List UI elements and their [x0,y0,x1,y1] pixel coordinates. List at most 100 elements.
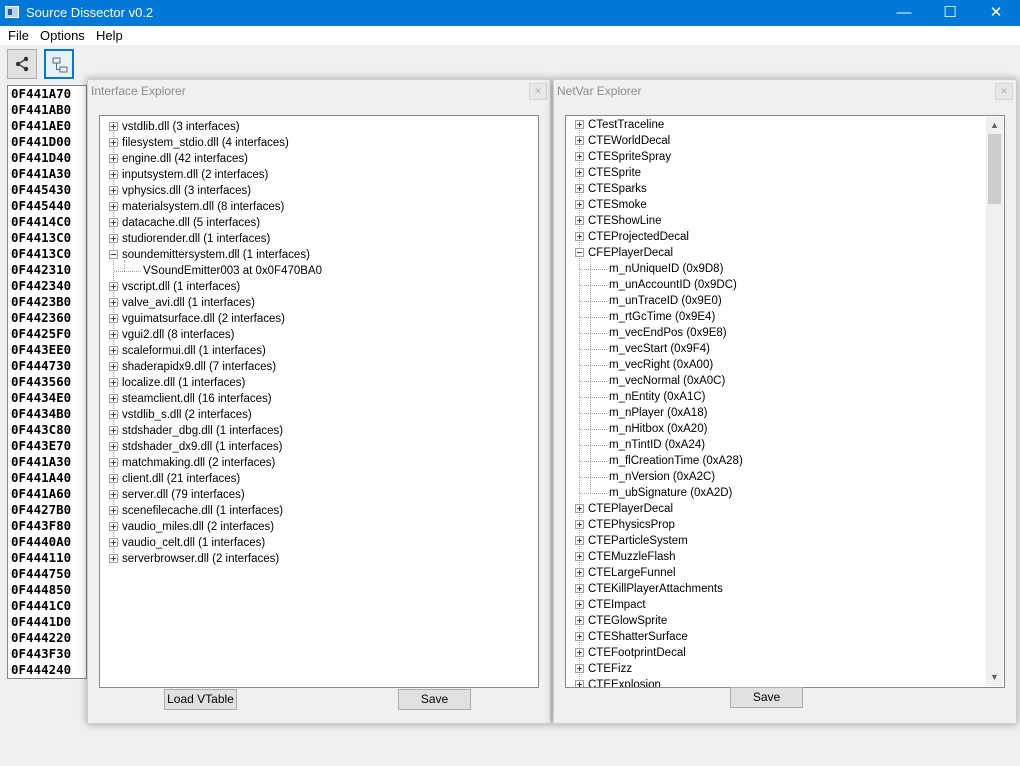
tree-node[interactable]: studiorender.dll (1 interfaces) [109,231,270,247]
tree-node[interactable]: filesystem_stdio.dll (4 interfaces) [109,135,289,151]
tree-node[interactable]: CTESparks [575,181,647,197]
address-item[interactable]: 0F443E70 [8,438,86,454]
expand-icon[interactable] [109,554,118,564]
tree-child-node[interactable]: m_nUniqueID (0x9D8) [609,261,723,277]
tree-node[interactable]: vgui2.dll (8 interfaces) [109,327,235,343]
tree-child-node[interactable]: m_nVersion (0xA2C) [609,469,715,485]
address-item[interactable]: 0F444850 [8,582,86,598]
address-item[interactable]: 0F443F80 [8,518,86,534]
expand-icon[interactable] [109,186,118,196]
expand-icon[interactable] [109,490,118,500]
tree-node[interactable]: CTEMuzzleFlash [575,549,676,565]
scroll-up-icon[interactable]: ▲ [986,117,1003,134]
expand-icon[interactable] [109,170,118,180]
address-item[interactable]: 0F443EE0 [8,342,86,358]
address-item[interactable]: 0F443F30 [8,646,86,662]
minimize-button[interactable]: — [881,0,927,26]
address-item[interactable]: 0F444110 [8,550,86,566]
tree-child-node[interactable]: m_nHitbox (0xA20) [609,421,707,437]
share-button[interactable] [7,49,37,79]
expand-icon[interactable] [575,664,584,674]
address-item[interactable]: 0F445430 [8,182,86,198]
tree-child-node[interactable]: m_nTintID (0xA24) [609,437,705,453]
scroll-down-icon[interactable]: ▼ [986,669,1003,686]
netvar-tree[interactable]: ▲ ▼ CTestTraceline CTEWorldDecal CTESprite… [565,115,1005,688]
address-item[interactable]: 0F4425F0 [8,326,86,342]
expand-icon[interactable] [109,202,118,212]
expand-icon[interactable] [109,154,118,164]
tree-node[interactable]: datacache.dll (5 interfaces) [109,215,260,231]
tree-node[interactable]: stdshader_dbg.dll (1 interfaces) [109,423,283,439]
expand-icon[interactable] [109,298,118,308]
tree-node[interactable]: server.dll (79 interfaces) [109,487,245,503]
address-item[interactable]: 0F445440 [8,198,86,214]
expand-icon[interactable] [575,136,584,146]
tree-node[interactable]: client.dll (21 interfaces) [109,471,240,487]
tree-child-node[interactable]: m_vecRight (0xA00) [609,357,713,373]
address-item[interactable]: 0F443560 [8,374,86,390]
tree-child-node[interactable]: VSoundEmitter003 at 0x0F470BA0 [143,263,322,279]
menu-help[interactable]: Help [96,28,123,43]
expand-icon[interactable] [109,362,118,372]
tree-node[interactable]: scaleformui.dll (1 interfaces) [109,343,266,359]
expand-icon[interactable] [109,394,118,404]
address-item[interactable]: 0F442310 [8,262,86,278]
address-item[interactable]: 0F442340 [8,278,86,294]
tree-node[interactable]: CTELargeFunnel [575,565,676,581]
tree-node[interactable]: vstdlib_s.dll (2 interfaces) [109,407,252,423]
address-item[interactable]: 0F441D00 [8,134,86,150]
tree-node[interactable]: CTEFootprintDecal [575,645,686,661]
tree-node[interactable]: vphysics.dll (3 interfaces) [109,183,251,199]
tree-node[interactable]: steamclient.dll (16 interfaces) [109,391,272,407]
expand-icon[interactable] [109,346,118,356]
address-item[interactable]: 0F4434B0 [8,406,86,422]
expand-icon[interactable] [575,168,584,178]
expand-icon[interactable] [575,184,584,194]
tree-node[interactable]: vstdlib.dll (3 interfaces) [109,119,240,135]
expand-icon[interactable] [109,282,118,292]
tree-child-node[interactable]: m_vecEndPos (0x9E8) [609,325,727,341]
expand-icon[interactable] [575,648,584,658]
interface-tree[interactable]: vstdlib.dll (3 interfaces) filesystem_std… [99,115,539,688]
tree-node[interactable]: scenefilecache.dll (1 interfaces) [109,503,283,519]
expand-icon[interactable] [575,552,584,562]
tree-node[interactable]: CTEPhysicsProp [575,517,675,533]
expand-icon[interactable] [575,520,584,530]
menu-options[interactable]: Options [40,28,85,43]
hierarchy-button[interactable] [44,49,74,79]
address-item[interactable]: 0F441A60 [8,486,86,502]
expand-icon[interactable] [109,314,118,324]
tree-child-node[interactable]: m_vecNormal (0xA0C) [609,373,725,389]
tree-child-node[interactable]: m_nEntity (0xA1C) [609,389,706,405]
expand-icon[interactable] [575,600,584,610]
expand-icon[interactable] [575,504,584,514]
expand-icon[interactable] [109,138,118,148]
expand-icon[interactable] [575,584,584,594]
interface-save-button[interactable]: Save [398,689,471,710]
tree-node[interactable]: CTEFizz [575,661,632,677]
expand-icon[interactable] [575,616,584,626]
tree-node[interactable]: CTEImpact [575,597,646,613]
tree-node[interactable]: CTestTraceline [575,117,664,133]
address-item[interactable]: 0F4427B0 [8,502,86,518]
expand-icon[interactable] [575,120,584,130]
address-item[interactable]: 0F4440A0 [8,534,86,550]
tree-node[interactable]: CTEWorldDecal [575,133,670,149]
tree-child-node[interactable]: m_nPlayer (0xA18) [609,405,707,421]
address-item[interactable]: 0F444240 [8,662,86,678]
tree-child-node[interactable]: m_flCreationTime (0xA28) [609,453,743,469]
expand-icon[interactable] [109,506,118,516]
expand-icon[interactable] [109,410,118,420]
tree-child-node[interactable]: m_ubSignature (0xA2D) [609,485,732,501]
tree-node[interactable]: localize.dll (1 interfaces) [109,375,245,391]
address-item[interactable]: 0F4413C0 [8,230,86,246]
tree-child-node[interactable]: m_unAccountID (0x9DC) [609,277,737,293]
expand-icon[interactable] [575,680,584,687]
tree-child-node[interactable]: m_rtGcTime (0x9E4) [609,309,715,325]
address-item[interactable]: 0F441AE0 [8,118,86,134]
tree-node[interactable]: CTESpriteSpray [575,149,671,165]
address-item[interactable]: 0F441D40 [8,150,86,166]
tree-node[interactable]: vscript.dll (1 interfaces) [109,279,240,295]
address-item[interactable]: 0F4441C0 [8,598,86,614]
expand-icon[interactable] [575,152,584,162]
